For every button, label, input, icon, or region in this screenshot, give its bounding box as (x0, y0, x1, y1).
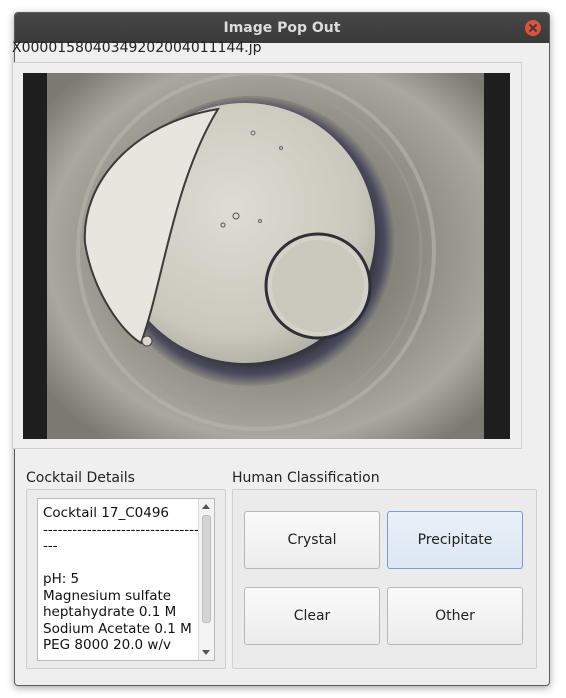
cocktail-line: Cocktail 17_C0496 (43, 505, 169, 521)
image-filename: X0000158040349202004011144.jp (12, 40, 262, 56)
scroll-up-arrow-icon[interactable] (202, 504, 210, 509)
cocktail-line: heptahydrate 0.1 M (43, 604, 177, 620)
image-panel (12, 62, 522, 449)
title-bar[interactable]: Image Pop Out (15, 13, 549, 43)
cocktail-scrollbar[interactable] (198, 499, 214, 660)
cocktail-line: --------------------------------- (43, 521, 204, 538)
cocktail-line: PEG 8000 20.0 w/v (43, 637, 171, 653)
scroll-thumb[interactable] (202, 515, 211, 623)
cocktail-line: pH: 5 (43, 571, 80, 587)
window-title: Image Pop Out (223, 20, 341, 36)
precipitate-button[interactable]: Precipitate (387, 511, 523, 569)
close-icon[interactable] (525, 20, 541, 36)
crystal-button[interactable]: Crystal (244, 511, 380, 569)
other-button[interactable]: Other (387, 587, 523, 645)
cocktail-line: Magnesium sulfate (43, 587, 172, 604)
crystal-drop-image (23, 73, 510, 439)
cocktail-details-textbox[interactable]: Cocktail 17_C0496 ----------------------… (37, 498, 215, 661)
scroll-down-arrow-icon[interactable] (202, 650, 210, 655)
cocktail-line: Sodium Acetate 0.1 M (43, 620, 192, 637)
cocktail-line (43, 555, 195, 572)
cocktail-details-text: Cocktail 17_C0496 ----------------------… (43, 505, 204, 654)
human-classification-heading: Human Classification (232, 470, 380, 486)
clear-button[interactable]: Clear (244, 587, 380, 645)
cocktail-line: --- (43, 538, 58, 554)
cocktail-details-heading: Cocktail Details (26, 470, 135, 486)
